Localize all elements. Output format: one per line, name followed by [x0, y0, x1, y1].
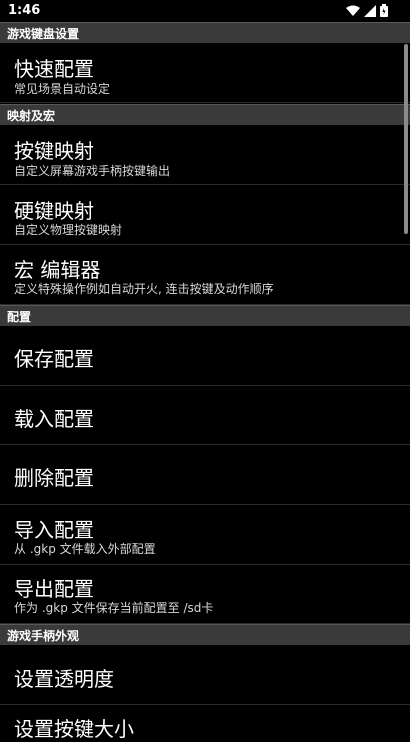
scrollbar[interactable]: [404, 44, 408, 234]
import-config-item[interactable]: 导入配置 从 .gkp 文件载入外部配置: [0, 505, 410, 565]
save-config-item[interactable]: 保存配置: [0, 326, 410, 386]
set-key-size-item[interactable]: 设置按键大小: [0, 705, 410, 741]
section-header-config: 配置: [0, 305, 410, 326]
status-icons: [346, 2, 388, 21]
section-header-mapping-macro: 映射及宏: [0, 104, 410, 125]
section-title: 映射及宏: [7, 109, 56, 123]
item-title: 导出配置: [14, 577, 94, 601]
item-summary: 常见场景自动设定: [14, 82, 111, 96]
section-title: 游戏手柄外观: [7, 629, 80, 643]
section-header-gamepad-appearance: 游戏手柄外观: [0, 624, 410, 645]
key-mapping-item[interactable]: 按键映射 自定义屏幕游戏手柄按键输出: [0, 125, 410, 185]
delete-config-item[interactable]: 删除配置: [0, 445, 410, 505]
item-title: 设置透明度: [14, 667, 114, 691]
item-title: 按键映射: [14, 139, 94, 163]
export-config-item[interactable]: 导出配置 作为 .gkp 文件保存当前配置至 /sd卡: [0, 565, 410, 624]
set-opacity-item[interactable]: 设置透明度: [0, 645, 410, 705]
item-summary: 作为 .gkp 文件保存当前配置至 /sd卡: [14, 601, 214, 615]
item-title: 设置按键大小: [14, 717, 134, 741]
battery-icon: [380, 2, 388, 21]
wifi-icon: [346, 2, 360, 21]
item-title: 保存配置: [14, 347, 94, 371]
load-config-item[interactable]: 载入配置: [0, 386, 410, 445]
section-header-keyboard-settings: 游戏键盘设置: [0, 22, 410, 43]
cell-signal-icon: [364, 2, 376, 21]
macro-editor-item[interactable]: 宏 编辑器 定义特殊操作例如自动开火, 连击按键及动作顺序: [0, 245, 410, 305]
status-time: 1:46: [8, 3, 41, 18]
section-title: 游戏键盘设置: [7, 27, 80, 41]
item-title: 删除配置: [14, 466, 94, 490]
status-bar: 1:46: [0, 0, 410, 22]
quick-config-item[interactable]: 快速配置 常见场景自动设定: [0, 43, 410, 103]
item-summary: 定义特殊操作例如自动开火, 连击按键及动作顺序: [14, 282, 274, 296]
section-title: 配置: [7, 310, 32, 324]
item-title: 载入配置: [14, 407, 94, 431]
item-title: 硬键映射: [14, 199, 94, 223]
item-title: 导入配置: [14, 518, 94, 542]
item-summary: 自定义物理按键映射: [14, 223, 123, 237]
item-title: 快速配置: [14, 57, 94, 81]
hardware-key-mapping-item[interactable]: 硬键映射 自定义物理按键映射: [0, 185, 410, 245]
item-summary: 自定义屏幕游戏手柄按键输出: [14, 164, 171, 178]
item-title: 宏 编辑器: [14, 258, 101, 282]
item-summary: 从 .gkp 文件载入外部配置: [14, 542, 156, 556]
